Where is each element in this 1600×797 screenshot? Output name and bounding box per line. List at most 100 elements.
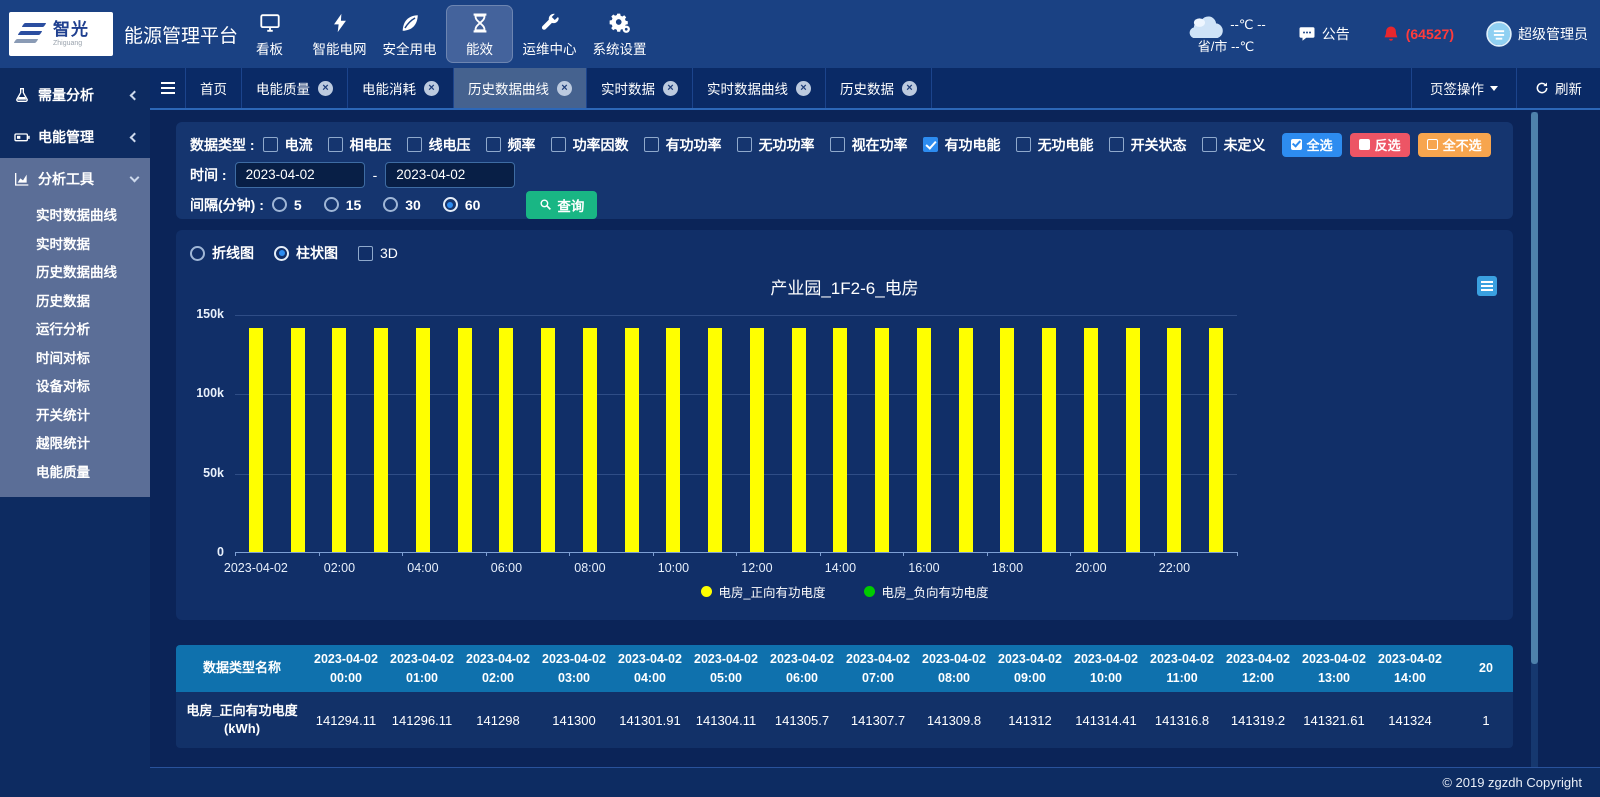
close-icon[interactable]: × (318, 81, 333, 96)
select-none-button[interactable]: 全不选 (1418, 133, 1491, 157)
chart-3d-option[interactable]: 3D (358, 245, 398, 261)
checkbox-apparent-power[interactable] (830, 137, 845, 152)
invert-selection-button[interactable]: 反选 (1350, 133, 1410, 157)
data-type-option-switch-status[interactable]: 开关状态 (1109, 135, 1187, 155)
data-type-option-line-voltage[interactable]: 线电压 (407, 135, 471, 155)
sidebar-group-demand-analysis[interactable]: 需量分析 (0, 74, 150, 116)
time-row: 时间 : - (190, 161, 1501, 188)
sidebar-item-history-curve[interactable]: 历史数据曲线 (0, 257, 150, 286)
sidebar-item-realtime-data[interactable]: 实时数据 (0, 229, 150, 258)
nav-item-dashboard[interactable]: 看板 (236, 5, 303, 63)
nav-item-energy-efficiency[interactable]: 能效 (446, 5, 513, 63)
tab-operations-dropdown[interactable]: 页签操作 (1411, 68, 1516, 108)
checkbox-phase-voltage[interactable] (328, 137, 343, 152)
checkbox-active-energy[interactable] (923, 137, 938, 152)
tab-menu-button[interactable] (150, 68, 186, 108)
checkbox-current[interactable] (263, 137, 278, 152)
user-menu[interactable]: 超级管理员 (1486, 21, 1588, 47)
checkbox-power-factor[interactable] (551, 137, 566, 152)
radio-interval-15[interactable] (324, 197, 339, 212)
table-header-col: 2023-04-0204:00 (612, 645, 688, 692)
sidebar-group-energy-management[interactable]: 电能管理 (0, 116, 150, 158)
data-type-option-active-energy[interactable]: 有功电能 (923, 135, 1001, 155)
sidebar-item-operation-analysis[interactable]: 运行分析 (0, 314, 150, 343)
interval-option-15[interactable]: 15 (324, 197, 362, 213)
nav-item-system-settings[interactable]: 系统设置 (586, 5, 653, 63)
chart-type-option-bar-chart[interactable]: 柱状图 (274, 243, 338, 263)
close-icon[interactable]: × (557, 81, 572, 96)
sidebar-item-time-benchmark[interactable]: 时间对标 (0, 343, 150, 372)
refresh-button[interactable]: 刷新 (1516, 68, 1600, 108)
interval-row: 间隔(分钟) : 5153060 查询 (190, 191, 1501, 218)
close-icon[interactable]: × (663, 81, 678, 96)
data-type-option-power-factor[interactable]: 功率因数 (551, 135, 629, 155)
checkbox-3d[interactable] (358, 246, 373, 261)
interval-option-30[interactable]: 30 (383, 197, 421, 213)
tab-history-curve[interactable]: 历史数据曲线× (454, 68, 587, 108)
top-navbar: 智光 Zhiguang 能源管理平台 看板智能电网安全用电能效运维中心系统设置 … (0, 0, 1600, 68)
x-axis-label: 04:00 (378, 561, 468, 575)
checkbox-reactive-power[interactable] (737, 137, 752, 152)
radio-interval-60[interactable] (443, 197, 458, 212)
legend-item[interactable]: 电房_正向有功电度 (701, 582, 826, 601)
checkbox-switch-status[interactable] (1109, 137, 1124, 152)
data-type-option-frequency[interactable]: 频率 (486, 135, 536, 155)
end-date-input[interactable] (385, 162, 515, 188)
sidebar-item-overlimit-stats[interactable]: 越限统计 (0, 428, 150, 457)
sidebar-item-switch-stats[interactable]: 开关统计 (0, 400, 150, 429)
weather-region: 省/市 --℃ (1198, 38, 1254, 56)
data-type-option-reactive-power[interactable]: 无功功率 (737, 135, 815, 155)
announcement-button[interactable]: 公告 (1298, 24, 1350, 44)
data-type-option-undefined[interactable]: 未定义 (1202, 135, 1266, 155)
checkbox-line-voltage[interactable] (407, 137, 422, 152)
checkbox-active-power[interactable] (644, 137, 659, 152)
radio-interval-30[interactable] (383, 197, 398, 212)
tab-power-quality[interactable]: 电能质量× (242, 68, 348, 108)
data-type-option-active-power[interactable]: 有功功率 (644, 135, 722, 155)
tab-realtime-data[interactable]: 实时数据× (587, 68, 693, 108)
sidebar-item-realtime-curve[interactable]: 实时数据曲线 (0, 200, 150, 229)
sidebar-item-history-data[interactable]: 历史数据 (0, 286, 150, 315)
interval-option-5[interactable]: 5 (272, 197, 302, 213)
close-icon[interactable]: × (424, 81, 439, 96)
notification-button[interactable]: (64527) (1382, 25, 1454, 43)
radio-line-chart[interactable] (190, 246, 205, 261)
interval-option-60[interactable]: 60 (443, 197, 481, 213)
weather-widget: --℃ -- 省/市 --℃ (1186, 12, 1266, 56)
sidebar-item-power-quality[interactable]: 电能质量 (0, 457, 150, 486)
header-date: 2023-04-02 (384, 650, 460, 668)
tab-home[interactable]: 首页 (186, 68, 242, 108)
checkbox-undefined[interactable] (1202, 137, 1217, 152)
close-icon[interactable]: × (902, 81, 917, 96)
radio-interval-5[interactable] (272, 197, 287, 212)
select-all-button[interactable]: 全选 (1282, 133, 1342, 157)
data-type-option-current[interactable]: 电流 (263, 135, 313, 155)
x-axis-tick (1154, 552, 1155, 556)
tab-energy-consumption[interactable]: 电能消耗× (348, 68, 454, 108)
scrollbar-thumb[interactable] (1531, 112, 1538, 664)
nav-item-smart-grid[interactable]: 智能电网 (306, 5, 373, 63)
chart-toolbox-menu-icon[interactable] (1477, 276, 1497, 296)
data-type-option-apparent-power[interactable]: 视在功率 (830, 135, 908, 155)
checkbox-reactive-energy[interactable] (1016, 137, 1031, 152)
chart-type-option-line-chart[interactable]: 折线图 (190, 243, 254, 263)
data-type-option-reactive-energy[interactable]: 无功电能 (1016, 135, 1094, 155)
tab-history-data[interactable]: 历史数据× (826, 68, 932, 108)
sidebar-group-analysis-tools[interactable]: 分析工具 (0, 158, 150, 200)
vertical-scrollbar (1531, 112, 1538, 767)
filled-box-icon (1359, 139, 1370, 150)
close-icon[interactable]: × (796, 81, 811, 96)
nav-item-ops-center[interactable]: 运维中心 (516, 5, 583, 63)
nav-item-safe-power[interactable]: 安全用电 (376, 5, 443, 63)
leaf-icon (399, 10, 421, 34)
start-date-input[interactable] (235, 162, 365, 188)
radio-bar-chart[interactable] (274, 246, 289, 261)
bell-icon (1382, 25, 1400, 43)
sidebar-item-device-benchmark[interactable]: 设备对标 (0, 371, 150, 400)
query-button[interactable]: 查询 (526, 191, 597, 219)
data-type-option-phase-voltage[interactable]: 相电压 (328, 135, 392, 155)
flask-icon (14, 87, 30, 103)
legend-item[interactable]: 电房_负向有功电度 (864, 582, 989, 601)
tab-realtime-curve[interactable]: 实时数据曲线× (693, 68, 826, 108)
checkbox-frequency[interactable] (486, 137, 501, 152)
